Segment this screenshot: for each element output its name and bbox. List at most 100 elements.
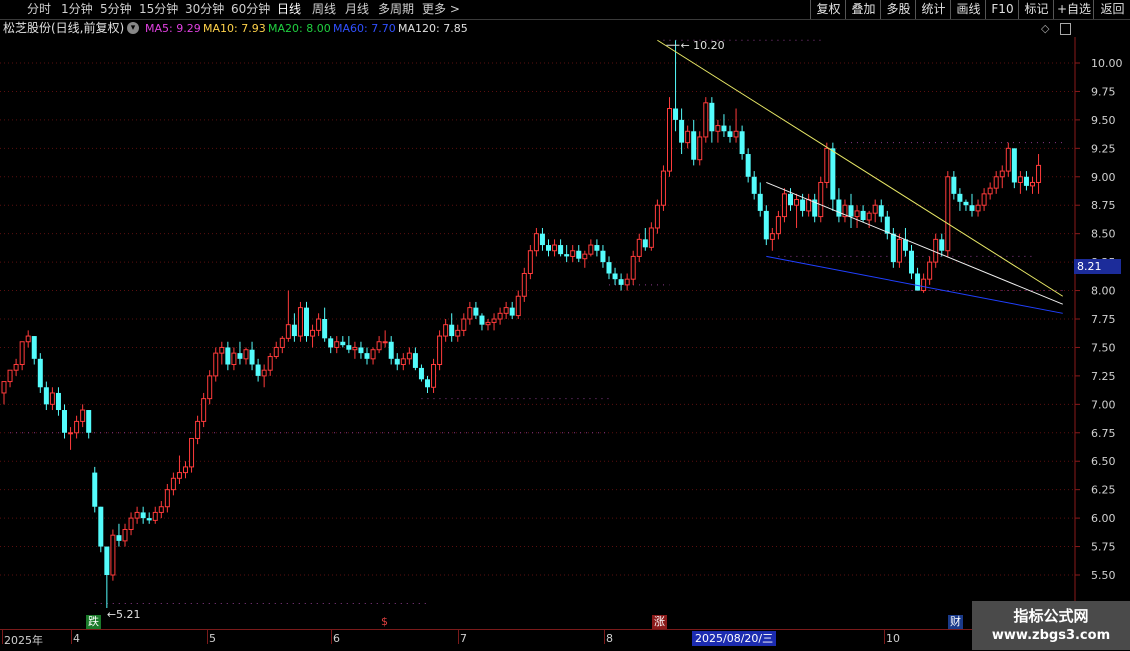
y-tick-label: 10.00: [1091, 57, 1123, 70]
period-tab-8[interactable]: 月线: [345, 1, 369, 18]
period-tab-1[interactable]: 1分钟: [61, 1, 93, 18]
toolbar-button-4[interactable]: 画线: [950, 0, 986, 19]
period-tab-0[interactable]: 分时: [27, 1, 51, 18]
candle-body-down: [558, 245, 564, 255]
candle-body-up: [999, 170, 1005, 178]
candle-body-down: [479, 315, 485, 325]
period-tab-2[interactable]: 5分钟: [100, 1, 132, 18]
period-tab-9[interactable]: 多周期: [378, 1, 414, 18]
candle-body-up: [485, 321, 491, 326]
candle-body-down: [957, 193, 963, 202]
toolbar-button-2[interactable]: 多股: [880, 0, 916, 19]
date-tick: [604, 630, 605, 644]
y-tick-label: 6.50: [1091, 455, 1116, 468]
date-tick: [207, 630, 208, 644]
candle-body-down: [745, 154, 751, 177]
candle-body-down: [709, 102, 715, 132]
toolbar-button-7[interactable]: +自选: [1053, 0, 1094, 19]
candle-body-up: [334, 341, 340, 348]
candle-body-up: [1005, 147, 1011, 172]
y-tick-label: 6.25: [1091, 484, 1116, 497]
candle-body-up: [406, 352, 412, 360]
candle-body-down: [255, 364, 261, 376]
y-tick-label: 6.00: [1091, 512, 1116, 525]
candle-body-up: [769, 233, 775, 240]
date-label: 4: [73, 632, 80, 645]
candle-body-up: [158, 506, 164, 513]
candle-body-up: [352, 346, 358, 351]
candle-body-up: [267, 356, 273, 371]
candle-body-up: [945, 176, 951, 252]
candlestick-chart[interactable]: 10.009.759.509.259.008.758.508.258.007.7…: [0, 37, 1130, 629]
candle-body-down: [62, 410, 67, 433]
candle-body-up: [685, 130, 691, 144]
y-tick-label: 5.50: [1091, 569, 1116, 582]
candle-body-down: [104, 546, 110, 575]
candle-body-up: [715, 125, 721, 132]
period-tab-3[interactable]: 15分钟: [139, 1, 178, 18]
toolbar-button-1[interactable]: 叠加: [845, 0, 881, 19]
candle-body-down: [727, 131, 733, 137]
candle-body-up: [648, 227, 654, 248]
candle-body-up: [110, 534, 116, 576]
date-label: 6: [333, 632, 340, 645]
candle-body-up: [927, 261, 933, 280]
toolbar-button-3[interactable]: 统计: [915, 0, 951, 19]
toolbar-button-8[interactable]: 返回: [1093, 0, 1130, 19]
candle-body-up: [152, 511, 158, 521]
candle-body-down: [140, 512, 146, 519]
y-tick-label: 9.25: [1091, 142, 1116, 155]
candle-body-down: [600, 250, 606, 263]
toolbar-button-6[interactable]: 标记: [1018, 0, 1054, 19]
candle-body-up: [582, 253, 588, 260]
candle-body-up: [195, 420, 201, 439]
y-tick-label: 7.75: [1091, 313, 1116, 326]
period-tab-4[interactable]: 30分钟: [185, 1, 224, 18]
candle-body-up: [775, 216, 781, 235]
candle-body-up: [431, 364, 437, 388]
diamond-icon[interactable]: ◇: [1041, 20, 1049, 37]
candle-body-up: [697, 136, 703, 161]
date-label: 10: [886, 632, 900, 645]
period-tab-10[interactable]: 更多 >: [422, 1, 460, 18]
candle-body-up: [122, 528, 128, 542]
candle-body-up: [461, 318, 467, 331]
event-marker[interactable]: $: [377, 615, 392, 629]
candle-body-down: [679, 119, 685, 143]
candle-body-up: [128, 517, 134, 530]
candle-body-up: [667, 108, 672, 172]
toolbar-button-0[interactable]: 复权: [810, 0, 846, 19]
circle-chevron-down-icon[interactable]: ▾: [127, 22, 139, 34]
trendline: [766, 255, 1063, 314]
candle-body-up: [552, 244, 558, 252]
watermark-title: 指标公式网: [1013, 607, 1089, 625]
candle-body-down: [225, 347, 231, 365]
candle-body-up: [1030, 181, 1035, 187]
toolbar-button-5[interactable]: F10: [985, 0, 1019, 19]
candle-body-up: [975, 204, 981, 212]
candle-body-down: [878, 205, 884, 217]
candle-body-up: [170, 477, 176, 491]
candle-body-up: [243, 349, 249, 360]
candle-body-up: [1, 381, 7, 394]
candle-body-down: [116, 535, 122, 541]
candle-body-down: [673, 108, 679, 120]
period-tab-6[interactable]: 日线: [277, 1, 301, 18]
period-toolbar: 分时 1分钟 5分钟 15分钟 30分钟 60分钟 日线 周线 月线 多周期 更多 > 复权 叠加 多股统…: [0, 0, 1130, 20]
candle-body-up: [491, 318, 497, 323]
period-tab-7[interactable]: 周线: [312, 1, 336, 18]
candle-body-up: [213, 352, 219, 377]
event-marker[interactable]: 涨: [652, 615, 667, 629]
event-marker[interactable]: 财: [948, 615, 963, 629]
ma120-label: MA120: 7.85: [398, 22, 468, 35]
panel-menu-icon[interactable]: [1060, 23, 1071, 35]
candle-body-up: [794, 199, 800, 206]
event-marker[interactable]: 跌: [86, 615, 101, 629]
candle-body-up: [382, 341, 388, 344]
stock-title: 松芝股份(日线,前复权): [3, 21, 125, 35]
candle-body-down: [969, 205, 975, 211]
candle-body-down: [418, 367, 424, 380]
candle-body-up: [19, 341, 25, 366]
period-tab-5[interactable]: 60分钟: [231, 1, 270, 18]
candle-body-up: [503, 307, 509, 314]
